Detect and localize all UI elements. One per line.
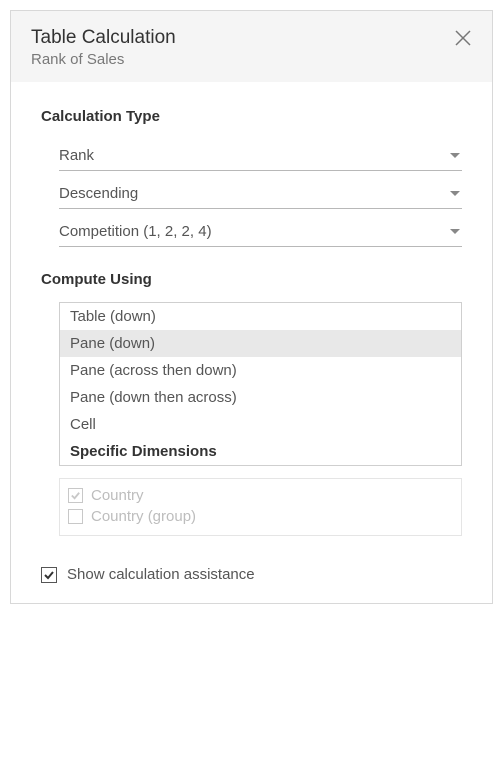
checkmark-icon xyxy=(70,490,81,501)
dimension-row: Country (group) xyxy=(68,506,453,527)
dimension-row: Country xyxy=(68,485,453,506)
assistance-label: Show calculation assistance xyxy=(67,566,255,583)
list-item[interactable]: Pane (across then down) xyxy=(60,357,461,384)
list-item[interactable]: Pane (down) xyxy=(60,330,461,357)
dialog-subtitle: Rank of Sales xyxy=(31,51,472,68)
assistance-row: Show calculation assistance xyxy=(41,566,462,583)
list-item[interactable]: Table (down) xyxy=(60,303,461,330)
select-value: Rank xyxy=(59,147,94,164)
dimension-label: Country (group) xyxy=(91,508,196,525)
list-item[interactable]: Cell xyxy=(60,411,461,438)
dialog-title: Table Calculation xyxy=(31,27,472,49)
chevron-down-icon xyxy=(450,153,460,158)
sort-order-select[interactable]: Descending xyxy=(59,177,462,209)
list-item[interactable]: Pane (down then across) xyxy=(60,384,461,411)
dialog-body: Calculation Type Rank Descending Competi… xyxy=(11,82,492,603)
dimension-checkbox xyxy=(68,488,83,503)
close-icon xyxy=(454,29,472,47)
calculation-type-label: Calculation Type xyxy=(41,108,462,125)
select-value: Competition (1, 2, 2, 4) xyxy=(59,223,212,240)
compute-using-listbox[interactable]: Table (down) Pane (down) Pane (across th… xyxy=(59,302,462,466)
checkmark-icon xyxy=(43,569,55,581)
assistance-checkbox[interactable] xyxy=(41,567,57,583)
close-button[interactable] xyxy=(452,27,474,49)
calculation-type-selects: Rank Descending Competition (1, 2, 2, 4) xyxy=(41,139,462,247)
dimensions-box: Country Country (group) xyxy=(59,478,462,536)
table-calculation-dialog: Table Calculation Rank of Sales Calculat… xyxy=(10,10,493,604)
chevron-down-icon xyxy=(450,191,460,196)
list-item[interactable]: Specific Dimensions xyxy=(60,438,461,465)
select-value: Descending xyxy=(59,185,138,202)
dialog-header: Table Calculation Rank of Sales xyxy=(11,11,492,82)
dimension-label: Country xyxy=(91,487,144,504)
compute-using-area: Table (down) Pane (down) Pane (across th… xyxy=(41,302,462,536)
rank-style-select[interactable]: Competition (1, 2, 2, 4) xyxy=(59,215,462,247)
calc-type-select[interactable]: Rank xyxy=(59,139,462,171)
dimension-checkbox xyxy=(68,509,83,524)
chevron-down-icon xyxy=(450,229,460,234)
compute-using-label: Compute Using xyxy=(41,271,462,288)
